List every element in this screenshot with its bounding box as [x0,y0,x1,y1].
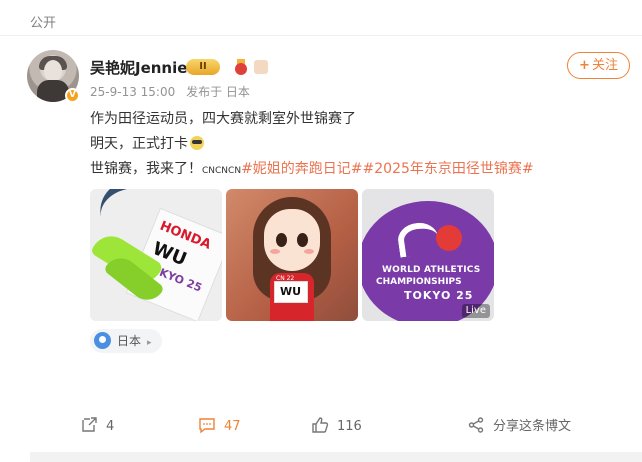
comment-icon [199,418,215,434]
username[interactable]: 吴艳妮Jennie [90,57,187,78]
visibility-label: 公开 [30,16,57,31]
feed-divider [30,452,642,462]
vip-crown-icon[interactable]: II [186,59,220,75]
like-count: 116 [337,419,362,434]
photo3-line2: CHAMPIONSHIPS [376,277,462,287]
topic-link-2[interactable]: #2025年东京田径世锦赛# [363,161,534,177]
share-post-label: 分享这条博文 [493,419,572,434]
like-button[interactable]: 116 [311,416,362,436]
photo2-bib-top: CN 22 [276,275,295,282]
follow-label: 关注 [591,58,618,73]
fan-badge-icon[interactable] [254,60,268,74]
photo2-bib: WU [280,285,302,298]
weibo-post: 公开 V 吴艳妮Jennie II 25-9-13 15:00 发布于 日本 +… [0,0,642,462]
thumbs-up-icon [312,417,329,433]
action-bar: 4 47 116 分享这条博文 [0,410,642,442]
post-text-line1: 作为田径运动员，四大赛就剩室外世锦赛了 [90,111,356,127]
medal-icon[interactable] [234,59,248,75]
share-icon [468,417,484,433]
post-text-line2: 明天，正式打卡 [90,134,204,154]
post-text-line3-prefix: 世锦赛，我来了！ [90,161,202,177]
post-time[interactable]: 25-9-13 15:00 [90,85,175,99]
plus-icon: + [579,58,590,73]
photo-doll[interactable]: CN 22 WU [226,189,358,321]
post-text-line3-small: CNCNCN [202,166,242,176]
post-text-line3: 世锦赛，我来了！CNCNCN#妮姐的奔跑日记##2025年东京田径世锦赛# [90,159,534,181]
location-label: 日本 [117,334,142,348]
location-tag[interactable]: 日本 ▸ [90,329,162,353]
post-meta: 25-9-13 15:00 发布于 日本 [90,83,257,100]
comment-count: 47 [224,419,241,434]
photo-badge-shoes[interactable]: HONDA WU TOKYO 25 [90,189,222,321]
photo3-line1: WORLD ATHLETICS [382,265,481,275]
repost-icon [82,417,97,432]
share-post-button[interactable]: 分享这条博文 [467,416,571,436]
location-pin-icon [94,332,111,349]
photo-championship-logo[interactable]: WORLD ATHLETICS CHAMPIONSHIPS TOKYO 25 L… [362,189,494,321]
post-text-line2-text: 明天，正式打卡 [90,136,188,152]
topic-link-1[interactable]: #妮姐的奔跑日记# [241,161,362,177]
repost-count: 4 [106,419,115,434]
chevron-right-icon: ▸ [147,338,152,348]
visibility-bar: 公开 [0,0,642,36]
photo3-line3: TOKYO 25 [404,289,474,302]
repost-button[interactable]: 4 [80,416,114,436]
post-location-meta: 发布于 日本 [186,85,250,99]
comment-button[interactable]: 47 [198,416,241,436]
cool-emoji-icon [190,136,204,150]
follow-button[interactable]: + 关注 [567,52,630,79]
verified-badge-icon: V [65,88,80,103]
live-photo-badge: Live [461,304,490,318]
